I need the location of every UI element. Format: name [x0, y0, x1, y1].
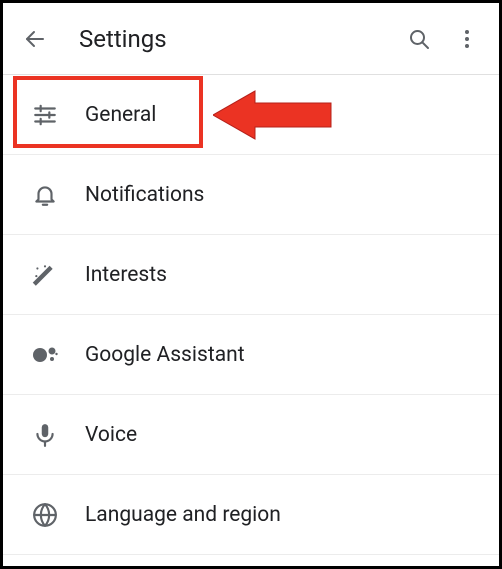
search-button[interactable] [395, 15, 443, 63]
globe-icon [21, 491, 69, 539]
google-assistant-icon [21, 331, 69, 379]
back-button[interactable] [11, 15, 59, 63]
item-label: Interests [85, 263, 167, 287]
magic-wand-icon [21, 251, 69, 299]
item-label: General [85, 103, 156, 127]
more-vert-icon [455, 27, 479, 51]
item-label: Voice [85, 423, 137, 447]
settings-item-interests[interactable]: Interests [3, 235, 499, 315]
bell-icon [21, 171, 69, 219]
settings-item-voice[interactable]: Voice [3, 395, 499, 475]
item-label: Google Assistant [85, 343, 245, 367]
search-icon [407, 27, 431, 51]
mic-icon [21, 411, 69, 459]
settings-item-general[interactable]: General [3, 75, 499, 155]
item-label: Notifications [85, 183, 204, 207]
item-label: Language and region [85, 503, 281, 527]
page-title: Settings [79, 25, 395, 53]
settings-list: General Notifications Interests [3, 75, 499, 555]
settings-item-google-assistant[interactable]: Google Assistant [3, 315, 499, 395]
settings-item-notifications[interactable]: Notifications [3, 155, 499, 235]
overflow-menu-button[interactable] [443, 15, 491, 63]
tune-icon [21, 91, 69, 139]
arrow-back-icon [23, 27, 47, 51]
settings-item-language-region[interactable]: Language and region [3, 475, 499, 555]
header: Settings [3, 3, 499, 75]
